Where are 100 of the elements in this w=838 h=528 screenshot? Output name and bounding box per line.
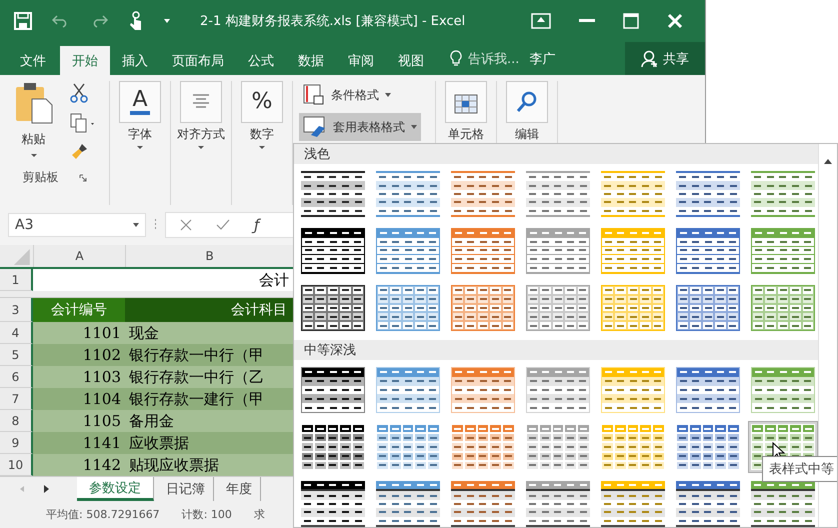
table-style-swatch[interactable] xyxy=(448,282,518,334)
table-style-swatch[interactable] xyxy=(598,421,668,473)
table-style-swatch[interactable] xyxy=(598,225,668,277)
tell-me-field[interactable]: 告诉我... xyxy=(468,50,520,68)
caret-icon[interactable] xyxy=(198,146,204,149)
ribbon-display-icon[interactable] xyxy=(531,13,551,29)
table-style-swatch[interactable] xyxy=(373,421,443,473)
save-icon[interactable] xyxy=(14,12,32,30)
table-style-swatch[interactable] xyxy=(373,364,443,416)
caret-icon xyxy=(385,93,391,97)
table-style-swatch[interactable] xyxy=(298,282,368,334)
row-header[interactable]: 5 xyxy=(0,344,33,366)
table-cell: 银行存款一建行（甲 xyxy=(125,388,293,410)
dialog-launcher-icon[interactable] xyxy=(78,174,86,182)
table-cell: 现金 xyxy=(125,322,293,344)
touch-hand-icon[interactable] xyxy=(128,11,144,31)
table-style-swatch[interactable] xyxy=(448,421,518,473)
table-style-swatch[interactable] xyxy=(523,478,593,527)
ribbon-tab[interactable]: 开始 xyxy=(60,46,110,75)
table-style-swatch[interactable] xyxy=(673,225,743,277)
caret-icon xyxy=(411,125,417,129)
ribbon-tab[interactable]: 公式 xyxy=(236,46,286,75)
table-style-swatch[interactable] xyxy=(748,168,818,220)
clipboard-icon[interactable] xyxy=(14,81,54,125)
ribbon-button[interactable]: 对齐方式 xyxy=(177,126,225,143)
table-style-swatch[interactable] xyxy=(448,364,518,416)
checkmark-icon[interactable] xyxy=(216,219,230,231)
share-button[interactable]: 共享 xyxy=(625,42,705,75)
table-style-swatch[interactable] xyxy=(298,421,368,473)
scroll-right-icon[interactable] xyxy=(44,485,49,493)
table-style-swatch[interactable] xyxy=(748,364,818,416)
status-text: 求 xyxy=(254,507,265,522)
table-style-swatch[interactable] xyxy=(298,364,368,416)
maximize-icon[interactable] xyxy=(623,13,639,29)
ribbon-tab[interactable]: 插入 xyxy=(110,46,160,75)
ribbon-tab[interactable]: 文件 xyxy=(0,46,60,75)
row-header[interactable]: 3 xyxy=(0,298,33,322)
ribbon-tab[interactable]: 页面布局 xyxy=(160,46,236,75)
table-style-swatch[interactable] xyxy=(673,364,743,416)
table-format-icon xyxy=(303,116,327,138)
styles-command[interactable]: 条件格式 xyxy=(299,81,395,109)
table-style-swatch[interactable] xyxy=(523,364,593,416)
name-box[interactable]: A3 xyxy=(8,213,146,237)
row-header[interactable]: 4 xyxy=(0,322,33,344)
table-style-swatch[interactable] xyxy=(448,225,518,277)
row-header[interactable]: 8 xyxy=(0,410,33,432)
cancel-icon[interactable] xyxy=(180,219,192,231)
table-style-swatch[interactable] xyxy=(673,282,743,334)
table-style-swatch[interactable] xyxy=(523,225,593,277)
format-painter-icon[interactable] xyxy=(70,143,88,161)
table-style-swatch[interactable] xyxy=(748,225,818,277)
table-style-swatch[interactable] xyxy=(373,478,443,527)
row-header[interactable]: 7 xyxy=(0,388,33,410)
ribbon-tab[interactable]: 视图 xyxy=(386,46,436,75)
insert-function-button[interactable]: ƒ xyxy=(254,216,260,234)
table-header-cell: 会计科目 xyxy=(125,298,293,322)
table-style-swatch[interactable] xyxy=(298,478,368,527)
table-style-swatch[interactable] xyxy=(523,421,593,473)
table-style-swatch[interactable] xyxy=(748,282,818,334)
copy-icon[interactable] xyxy=(70,113,96,133)
styles-command[interactable]: 套用表格格式 xyxy=(299,113,421,141)
row-header[interactable]: 10 xyxy=(0,454,33,476)
caret-icon[interactable] xyxy=(30,154,36,157)
table-style-swatch[interactable] xyxy=(598,364,668,416)
table-style-swatch[interactable] xyxy=(373,225,443,277)
sheet-tab[interactable]: 参数设定 xyxy=(77,477,154,501)
caret-icon[interactable] xyxy=(137,146,143,149)
paste-button[interactable]: 粘贴 xyxy=(22,131,46,148)
ribbon-button[interactable]: 字体 xyxy=(128,126,152,143)
user-name[interactable]: 李广 xyxy=(529,50,556,68)
table-cell: 备用金 xyxy=(125,410,293,432)
table-style-swatch[interactable] xyxy=(523,282,593,334)
search-icon xyxy=(515,90,539,114)
table-style-swatch[interactable] xyxy=(373,282,443,334)
scissors-icon[interactable] xyxy=(70,83,88,103)
table-style-swatch[interactable] xyxy=(598,282,668,334)
table-style-swatch[interactable] xyxy=(598,478,668,527)
row-header[interactable]: 9 xyxy=(0,432,33,454)
row-header[interactable]: 1 xyxy=(0,269,33,291)
table-style-swatch[interactable] xyxy=(298,225,368,277)
table-cell: 1103 xyxy=(33,366,125,388)
tooltip: 表样式中等 xyxy=(762,456,837,482)
table-style-swatch[interactable] xyxy=(673,478,743,527)
close-icon[interactable] xyxy=(667,13,683,29)
table-cell: 1101 xyxy=(33,322,125,344)
table-style-swatch[interactable] xyxy=(673,421,743,473)
caret-icon[interactable] xyxy=(259,146,265,149)
table-cell: 1141 xyxy=(33,432,125,454)
table-style-swatch[interactable] xyxy=(748,478,818,527)
ribbon-tab[interactable]: 审阅 xyxy=(336,46,386,75)
ribbon-button[interactable]: 编辑 xyxy=(515,126,539,143)
column-header[interactable]: A xyxy=(32,245,126,267)
ribbon-tab[interactable]: 数据 xyxy=(286,46,336,75)
row-header[interactable]: 6 xyxy=(0,366,33,388)
minimize-icon[interactable] xyxy=(579,19,595,23)
ribbon-button[interactable]: 单元格 xyxy=(448,126,484,143)
table-cell: 1105 xyxy=(33,410,125,432)
table-style-swatch[interactable] xyxy=(448,478,518,527)
ribbon-button[interactable]: 数字 xyxy=(250,126,274,143)
table-cell: 1104 xyxy=(33,388,125,410)
